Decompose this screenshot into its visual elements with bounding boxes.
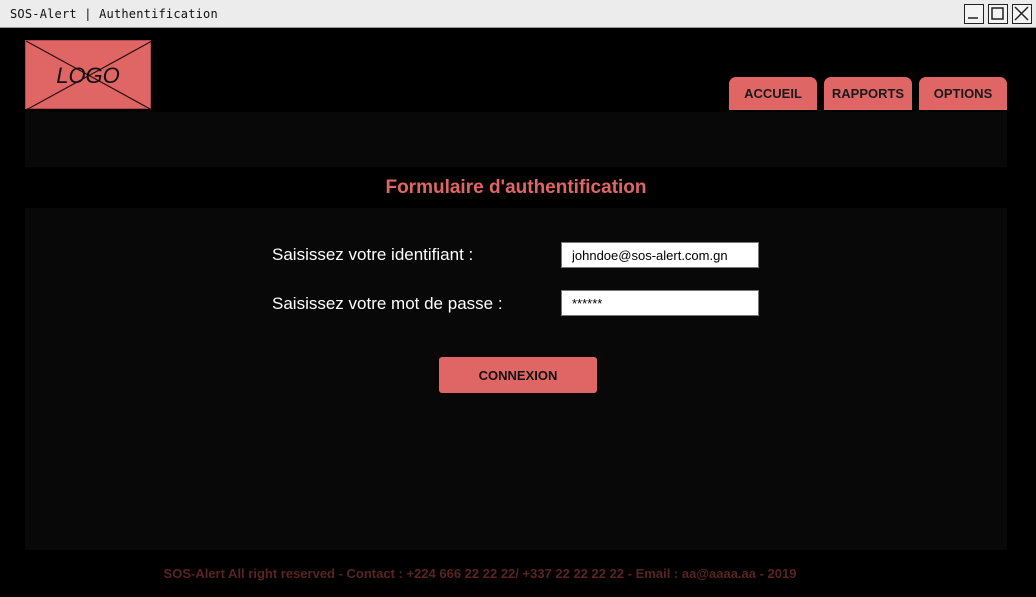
password-input[interactable] (561, 290, 759, 316)
tab-options[interactable]: OPTIONS (919, 77, 1007, 110)
minimize-icon (968, 17, 978, 19)
form-title: Formulaire d'authentification (385, 177, 647, 198)
app-window: SOS-Alert | Authentification LOGO ACCUEI… (0, 0, 1036, 597)
connexion-button[interactable]: CONNEXION (439, 357, 597, 393)
maximize-icon (991, 7, 1004, 20)
logo-text: LOGO (56, 63, 120, 88)
title-bar: SOS-Alert | Authentification (0, 0, 1036, 28)
maximize-button[interactable] (988, 4, 1008, 24)
minimize-button[interactable] (964, 4, 984, 24)
identifier-input[interactable] (561, 242, 759, 268)
close-icon (1014, 6, 1029, 21)
tab-rapports[interactable]: RAPPORTS (824, 77, 912, 110)
password-label: Saisissez votre mot de passe : (272, 294, 503, 313)
identifier-label: Saisissez votre identifiant : (272, 245, 474, 264)
header: LOGO ACCUEIL RAPPORTS OPTIONS (25, 38, 1007, 113)
close-button[interactable] (1012, 4, 1032, 24)
tab-accueil[interactable]: ACCUEIL (729, 77, 817, 110)
window-title: SOS-Alert | Authentification (10, 7, 218, 21)
main-panel: Formulaire d'authentification Saisissez … (25, 112, 1007, 550)
form-title-bar: Formulaire d'authentification (25, 167, 1007, 208)
logo-placeholder: LOGO (25, 40, 152, 110)
footer-text: SOS-Alert All right reserved - Contact :… (163, 566, 797, 581)
